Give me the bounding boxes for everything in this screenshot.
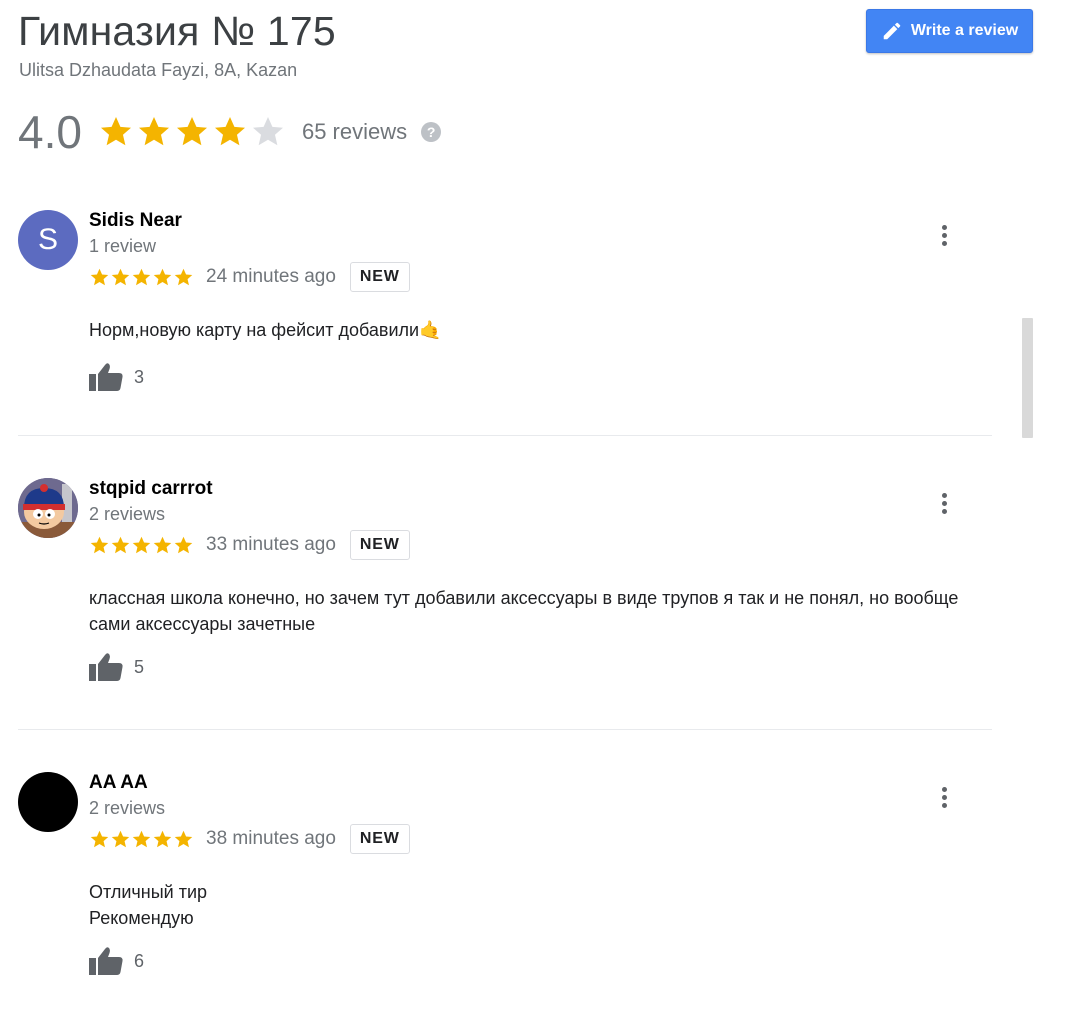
star-icon [138,117,169,146]
write-review-button[interactable]: Write a review [866,9,1033,53]
overall-rating: 4.0 65 reviews ? [18,102,442,162]
review-time: 24 minutes ago [206,266,336,287]
star-icon [132,268,151,285]
star-icon [153,536,172,553]
reviewer-name[interactable]: Sidis Near [89,210,182,232]
thumbs-up-icon[interactable] [88,652,124,682]
star-icon [90,268,109,285]
pencil-icon [883,22,901,40]
avatar[interactable] [18,478,78,538]
review-rating-line: 33 minutes ago NEW [89,529,410,561]
review-stars [89,535,194,556]
thumbs-up-icon[interactable] [88,946,124,976]
review-stars [89,829,194,850]
rating-stars [98,114,286,150]
review-stars [89,267,194,288]
review-divider [18,435,992,436]
new-badge: NEW [349,823,410,855]
star-icon [132,536,151,553]
star-icon [100,117,131,146]
rating-value: 4.0 [18,106,82,158]
review-time: 38 minutes ago [206,828,336,849]
like-row: 3 [88,362,144,392]
more-options-icon[interactable] [934,490,956,516]
reviewer-review-count[interactable]: 1 review [89,236,156,257]
star-empty-icon [252,117,283,146]
review-text: Отличный тир Рекомендую [89,882,208,928]
star-icon [174,536,193,553]
like-count: 3 [134,366,145,387]
new-badge: NEW [349,529,410,561]
review-count-link[interactable]: 65 reviews [302,119,407,145]
star-icon [153,830,172,847]
more-options-icon[interactable] [934,222,956,248]
like-row: 6 [88,946,144,976]
like-count: 5 [134,656,145,677]
review-rating-line: 24 minutes ago NEW [89,261,410,293]
reviewer-name[interactable]: AA AA [89,772,148,794]
review-divider [18,729,992,730]
star-icon [90,536,109,553]
review-time: 33 minutes ago [206,534,336,555]
star-icon [111,830,130,847]
star-icon [176,117,207,146]
reviewer-review-count[interactable]: 2 reviews [89,798,165,819]
review-text: классная школа конечно, но зачем тут доб… [89,588,959,634]
place-title: Гимназия № 175 [18,8,336,54]
scrollbar-thumb[interactable] [1022,318,1033,438]
more-options-icon[interactable] [934,784,956,810]
reviewer-review-count[interactable]: 2 reviews [89,504,165,525]
write-review-label: Write a review [910,22,1019,39]
star-icon [90,830,109,847]
review-item: stqpid carrrot 2 reviews 33 minutes ago … [0,478,1000,698]
place-address: Ulitsa Dzhaudata Fayzi, 8A, Kazan [19,60,298,80]
like-count: 6 [134,950,145,971]
review-item: AA AA 2 reviews 38 minutes ago NEW Отлич… [0,772,1000,992]
review-rating-line: 38 minutes ago NEW [89,823,410,855]
avatar[interactable] [18,772,78,832]
avatar[interactable]: S [18,210,78,270]
star-icon [111,536,130,553]
reviewer-name[interactable]: stqpid carrrot [89,478,213,500]
star-icon [132,830,151,847]
like-row: 5 [88,652,144,682]
star-icon [214,117,245,146]
star-icon [153,268,172,285]
star-icon [174,830,193,847]
review-text: Норм,новую карту на фейсит добавили🤙 [89,320,442,340]
new-badge: NEW [349,261,410,293]
star-icon [111,268,130,285]
review-item: S Sidis Near 1 review 24 minutes ago NEW… [0,210,1000,410]
cartoon-avatar-image [18,478,78,538]
help-icon[interactable]: ? [421,122,442,142]
star-icon [174,268,193,285]
thumbs-up-icon[interactable] [88,362,124,392]
